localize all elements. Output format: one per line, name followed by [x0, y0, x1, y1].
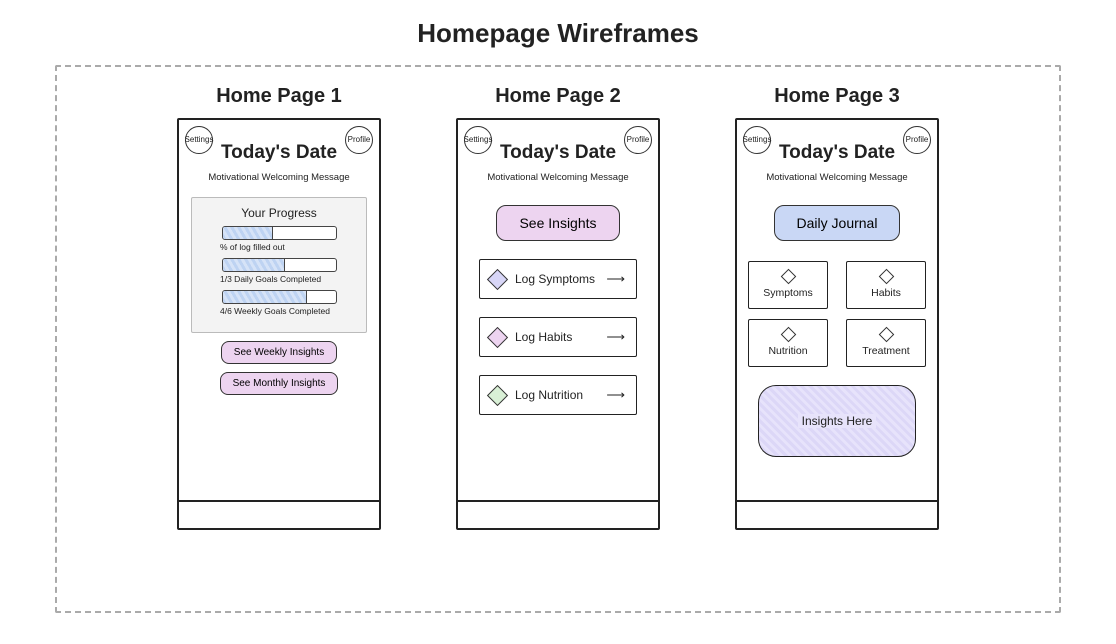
profile-button[interactable]: Profile: [624, 126, 652, 154]
tile-label: Symptoms: [763, 287, 813, 299]
bottom-nav-placeholder: [458, 500, 658, 528]
insights-label: Insights Here: [798, 414, 877, 428]
welcome-message: Motivational Welcoming Message: [458, 172, 658, 183]
log-label: Log Nutrition: [515, 388, 583, 402]
page-title: Homepage Wireframes: [0, 0, 1116, 57]
insights-panel[interactable]: Insights Here: [758, 385, 916, 457]
progress-card: Your Progress % of log filled out 1/3 Da…: [191, 197, 367, 333]
settings-button[interactable]: Settings: [185, 126, 213, 154]
progress-label-1: % of log filled out: [220, 242, 354, 252]
diamond-icon: [878, 327, 894, 343]
weekly-insights-button[interactable]: See Weekly Insights: [221, 341, 337, 364]
column-home2: Home Page 2 Settings Profile Today's Dat…: [456, 85, 660, 611]
welcome-message: Motivational Welcoming Message: [179, 172, 379, 183]
daily-journal-button[interactable]: Daily Journal: [774, 205, 901, 241]
see-insights-button[interactable]: See Insights: [496, 205, 619, 241]
wireframe-container: Home Page 1 Settings Profile Today's Dat…: [55, 65, 1061, 613]
arrow-right-icon: ⟶: [606, 329, 624, 345]
tile-label: Treatment: [862, 345, 909, 357]
tile-habits[interactable]: Habits: [846, 261, 926, 309]
settings-button[interactable]: Settings: [464, 126, 492, 154]
progress-bar-3: [222, 290, 337, 304]
progress-label-3: 4/6 Weekly Goals Completed: [220, 306, 354, 316]
column-title-3: Home Page 3: [774, 85, 900, 108]
tile-symptoms[interactable]: Symptoms: [748, 261, 828, 309]
profile-button[interactable]: Profile: [903, 126, 931, 154]
tile-label: Nutrition: [768, 345, 807, 357]
bottom-nav-placeholder: [179, 500, 379, 528]
column-home1: Home Page 1 Settings Profile Today's Dat…: [177, 85, 381, 611]
log-label: Log Habits: [515, 330, 572, 344]
monthly-insights-button[interactable]: See Monthly Insights: [220, 372, 339, 395]
progress-label-2: 1/3 Daily Goals Completed: [220, 274, 354, 284]
arrow-right-icon: ⟶: [606, 271, 624, 287]
diamond-icon: [487, 326, 508, 347]
log-label: Log Symptoms: [515, 272, 595, 286]
log-habits-row[interactable]: Log Habits ⟶: [479, 317, 637, 357]
progress-bar-1: [222, 226, 337, 240]
phone-frame-1: Settings Profile Today's Date Motivation…: [177, 118, 381, 530]
welcome-message: Motivational Welcoming Message: [737, 172, 937, 183]
arrow-right-icon: ⟶: [606, 387, 624, 403]
settings-button[interactable]: Settings: [743, 126, 771, 154]
progress-title: Your Progress: [204, 206, 354, 220]
column-title-2: Home Page 2: [495, 85, 621, 108]
bottom-nav-placeholder: [737, 500, 937, 528]
tile-nutrition[interactable]: Nutrition: [748, 319, 828, 367]
diamond-icon: [780, 327, 796, 343]
log-symptoms-row[interactable]: Log Symptoms ⟶: [479, 259, 637, 299]
phone-frame-2: Settings Profile Today's Date Motivation…: [456, 118, 660, 530]
column-title-1: Home Page 1: [216, 85, 342, 108]
phone-frame-3: Settings Profile Today's Date Motivation…: [735, 118, 939, 530]
log-nutrition-row[interactable]: Log Nutrition ⟶: [479, 375, 637, 415]
diamond-icon: [487, 268, 508, 289]
diamond-icon: [780, 269, 796, 285]
diamond-icon: [878, 269, 894, 285]
progress-bar-2: [222, 258, 337, 272]
tile-treatment[interactable]: Treatment: [846, 319, 926, 367]
tile-grid: Symptoms Habits Nutrition Treatment: [737, 261, 937, 367]
diamond-icon: [487, 384, 508, 405]
column-home3: Home Page 3 Settings Profile Today's Dat…: [735, 85, 939, 611]
tile-label: Habits: [871, 287, 901, 299]
profile-button[interactable]: Profile: [345, 126, 373, 154]
